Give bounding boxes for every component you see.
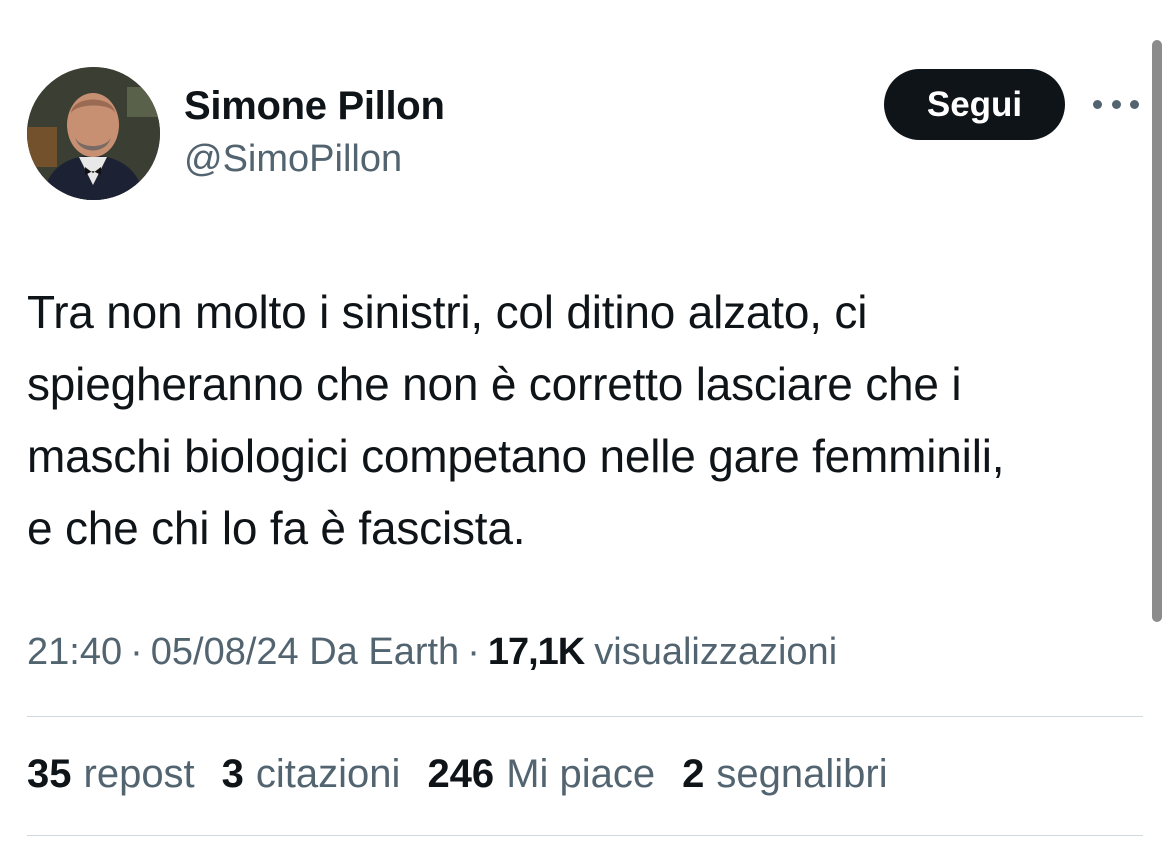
stat-label: Mi piace: [506, 752, 656, 796]
stat-count: 3: [221, 752, 244, 796]
meta-separator: ·: [130, 631, 143, 673]
stat-quotes[interactable]: 3 citazioni: [222, 752, 401, 797]
tweet-text-line: Tra non molto i sinistri, col ditino alz…: [27, 286, 868, 338]
divider: [27, 835, 1143, 836]
views-count[interactable]: 17,1K: [488, 631, 585, 674]
stat-count: 246: [427, 752, 495, 796]
stat-count: 35: [27, 752, 72, 796]
avatar[interactable]: [27, 67, 160, 200]
user-handle[interactable]: @SimoPillon: [184, 138, 402, 181]
engagement-stats: 35 repost 3 citazioni 246 Mi piace 2 seg…: [27, 752, 915, 797]
stat-bookmarks[interactable]: 2 segnalibri: [682, 752, 887, 797]
stat-label: repost: [83, 752, 195, 796]
display-name[interactable]: Simone Pillon: [184, 84, 445, 129]
stat-label: citazioni: [255, 752, 401, 796]
tweet-text-line: e che chi lo fa è fascista.: [27, 502, 526, 554]
tweet-text: Tra non molto i sinistri, col ditino alz…: [27, 276, 1142, 564]
tweet-text-line: spiegheranno che non è corretto lasciare…: [27, 358, 962, 410]
meta-separator: ·: [467, 631, 480, 673]
stat-label: segnalibri: [716, 752, 888, 796]
dot: [1130, 99, 1139, 109]
stat-likes[interactable]: 246 Mi piace: [427, 752, 655, 797]
divider: [27, 716, 1143, 717]
views-label[interactable]: visualizzazioni: [594, 631, 837, 674]
stat-count: 2: [682, 752, 705, 796]
scrollbar[interactable]: [1152, 40, 1162, 622]
avatar-image: [27, 67, 160, 200]
follow-button[interactable]: Segui: [884, 69, 1065, 140]
dot: [1093, 99, 1102, 109]
more-horizontal-icon[interactable]: [1093, 92, 1139, 116]
stat-reposts[interactable]: 35 repost: [27, 752, 195, 797]
tweet-date-source[interactable]: 05/08/24 Da Earth: [151, 631, 459, 674]
dot: [1111, 99, 1121, 109]
tweet-detail: Simone Pillon @SimoPillon Segui Tra non …: [0, 0, 1170, 866]
tweet-text-line: maschi biologici competano nelle gare fe…: [27, 430, 1005, 482]
tweet-time[interactable]: 21:40: [27, 631, 122, 674]
tweet-meta: 21:40 · 05/08/24 Da Earth · 17,1K visual…: [27, 631, 837, 674]
